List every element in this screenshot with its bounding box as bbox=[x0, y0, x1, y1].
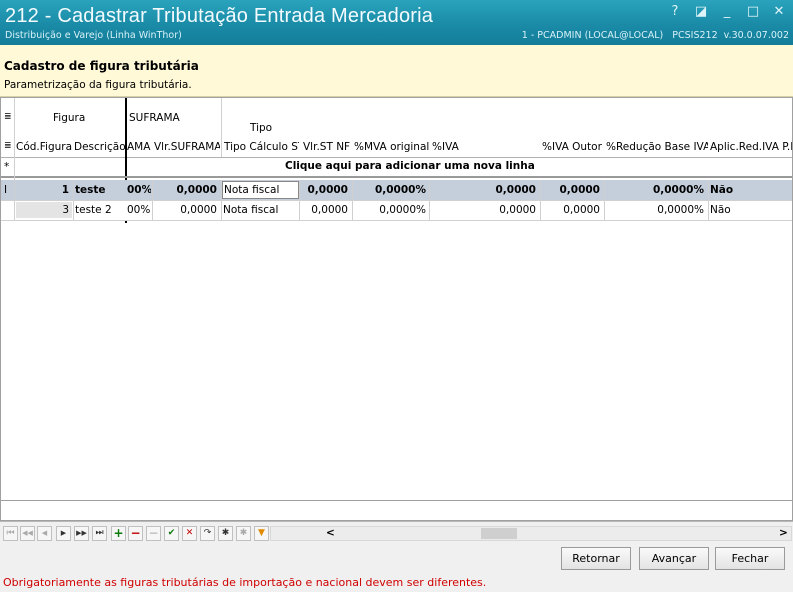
row-divider bbox=[1, 220, 792, 221]
group-tipo: Tipo bbox=[250, 122, 273, 134]
last-record-button[interactable]: ⏭ bbox=[92, 526, 107, 541]
cell-mva-original[interactable]: 0,0000% bbox=[353, 204, 429, 216]
edit-record-button[interactable]: − bbox=[146, 526, 161, 541]
refresh-button[interactable]: ↷ bbox=[200, 526, 215, 541]
col-divider bbox=[299, 180, 300, 221]
next-page-button[interactable]: ▶▶ bbox=[74, 526, 89, 541]
status-message: Obrigatoriamente as figuras tributárias … bbox=[0, 574, 793, 592]
tax-figure-grid[interactable]: Figura SUFRAMA Tipo ≣ ≣ Cód.Figura Descr… bbox=[0, 97, 793, 521]
next-button[interactable]: Avançar bbox=[639, 547, 709, 570]
first-record-button[interactable]: ⏮ bbox=[3, 526, 18, 541]
sparkle-disabled-icon[interactable]: ✱ bbox=[236, 526, 251, 541]
page-description: Parametrização da figura tributária. bbox=[4, 79, 192, 91]
col-iva[interactable]: %IVA bbox=[432, 138, 532, 157]
window-titlebar: 212 - Cadastrar Tributação Entrada Merca… bbox=[0, 0, 793, 45]
column-chooser-icon[interactable]: ≣ bbox=[4, 141, 12, 151]
scrollbar-thumb[interactable] bbox=[481, 528, 517, 539]
col-divider bbox=[604, 180, 605, 221]
system-info: 1 - PCADMIN (LOCAL@LOCAL) PCSIS212 v.30.… bbox=[521, 30, 789, 41]
col-divider bbox=[14, 98, 15, 221]
previous-page-button[interactable]: ◀◀ bbox=[20, 526, 35, 541]
window-title: 212 - Cadastrar Tributação Entrada Merca… bbox=[5, 5, 434, 27]
window-controls: ? ◪ _ □ ✕ bbox=[667, 4, 787, 20]
header-divider bbox=[1, 157, 792, 158]
back-button[interactable]: Retornar bbox=[561, 547, 631, 570]
cell-cod-figura[interactable]: 3 bbox=[16, 202, 72, 218]
maximize-icon[interactable]: □ bbox=[745, 4, 761, 20]
col-cod-figura[interactable]: Cód.Figura bbox=[16, 138, 72, 157]
minimize-icon[interactable]: _ bbox=[719, 4, 735, 20]
row-divider bbox=[1, 200, 792, 201]
grid-navigator: ⏮ ◀◀ ◀ ▶ ▶▶ ⏭ + − − ✔ ✕ ↷ ✱ ✱ ▼ < > bbox=[0, 521, 793, 543]
cell-vlr-st-nf[interactable]: 0,0000 bbox=[301, 204, 351, 216]
current-row-indicator: I bbox=[4, 184, 8, 196]
cell-iva-outor[interactable]: 0,0000 bbox=[541, 184, 603, 196]
scroll-right-arrow[interactable]: > bbox=[779, 527, 788, 539]
col-divider bbox=[221, 180, 222, 221]
action-bar: Retornar Avançar Fechar bbox=[0, 543, 793, 574]
cell-aplic-red-iva[interactable]: Não bbox=[710, 204, 792, 216]
page-title: Cadastro de figura tributária bbox=[4, 59, 199, 73]
insert-record-button[interactable]: + bbox=[111, 526, 126, 541]
next-record-button[interactable]: ▶ bbox=[56, 526, 71, 541]
cell-vlr-st-nf[interactable]: 0,0000 bbox=[301, 184, 351, 196]
new-row-divider bbox=[1, 176, 792, 178]
col-reducao-base-iva[interactable]: %Redução Base IVA bbox=[606, 138, 708, 157]
cell-iva-outor[interactable]: 0,0000 bbox=[541, 204, 603, 216]
col-divider bbox=[152, 180, 153, 221]
scroll-left-arrow[interactable]: < bbox=[326, 527, 335, 539]
col-aplic-red-iva[interactable]: Aplic.Red.IVA P.I bbox=[710, 138, 792, 157]
col-vlr-suframa[interactable]: Vlr.SUFRAMA bbox=[154, 138, 220, 157]
cell-descricao[interactable]: teste bbox=[75, 184, 125, 196]
cell-aplic-red-iva[interactable]: Não bbox=[710, 184, 792, 196]
restore-icon[interactable]: ◪ bbox=[693, 4, 709, 20]
cell-reducao-base-iva[interactable]: 0,0000% bbox=[605, 184, 707, 196]
help-icon[interactable]: ? bbox=[667, 4, 683, 20]
close-button[interactable]: Fechar bbox=[715, 547, 785, 570]
cell-ama[interactable]: 00% bbox=[127, 204, 151, 216]
cell-mva-original[interactable]: 0,0000% bbox=[353, 184, 429, 196]
grid-footer-divider bbox=[1, 500, 792, 501]
col-descricao[interactable]: Descrição bbox=[74, 138, 126, 157]
cell-iva[interactable]: 0,0000 bbox=[431, 204, 539, 216]
group-figura: Figura bbox=[53, 112, 86, 124]
cell-descricao[interactable]: teste 2 bbox=[75, 204, 125, 216]
header-divider bbox=[221, 98, 222, 157]
delete-record-button[interactable]: − bbox=[128, 526, 143, 541]
group-suframa: SUFRAMA bbox=[129, 112, 180, 124]
cell-iva[interactable]: 0,0000 bbox=[431, 184, 539, 196]
new-row-indicator: * bbox=[4, 161, 10, 173]
filter-icon[interactable]: ▼ bbox=[254, 526, 269, 541]
col-iva-outor[interactable]: %IVA Outor bbox=[542, 138, 604, 157]
post-record-button[interactable]: ✔ bbox=[164, 526, 179, 541]
sparkle-icon[interactable]: ✱ bbox=[218, 526, 233, 541]
cell-tipo-calculo-st[interactable]: Nota fiscal bbox=[223, 204, 299, 216]
horizontal-scrollbar[interactable]: < > bbox=[270, 526, 792, 541]
column-chooser-icon[interactable]: ≣ bbox=[4, 112, 12, 122]
cell-vlr-suframa[interactable]: 0,0000 bbox=[154, 204, 220, 216]
page-header: Cadastro de figura tributária Parametriz… bbox=[0, 45, 793, 97]
cell-tipo-calculo-st[interactable]: Nota fiscal bbox=[222, 181, 299, 199]
col-divider bbox=[429, 180, 430, 221]
close-icon[interactable]: ✕ bbox=[771, 4, 787, 20]
col-divider bbox=[73, 180, 74, 221]
cell-reducao-base-iva[interactable]: 0,0000% bbox=[605, 204, 707, 216]
add-new-row-link[interactable]: Clique aqui para adicionar uma nova linh… bbox=[285, 160, 535, 172]
cell-vlr-suframa[interactable]: 0,0000 bbox=[154, 184, 220, 196]
col-ama[interactable]: AMA bbox=[127, 138, 151, 157]
col-divider bbox=[708, 180, 709, 221]
cell-ama[interactable]: 00% bbox=[127, 184, 151, 196]
col-tipo-calculo-st[interactable]: Tipo Cálculo ST bbox=[224, 138, 299, 157]
previous-record-button[interactable]: ◀ bbox=[37, 526, 52, 541]
cancel-edit-button[interactable]: ✕ bbox=[182, 526, 197, 541]
col-mva-original[interactable]: %MVA original bbox=[354, 138, 429, 157]
col-vlr-st-nf[interactable]: Vlr.ST NF bbox=[303, 138, 351, 157]
window-subtitle: Distribuição e Varejo (Linha WinThor) bbox=[5, 30, 182, 41]
col-divider bbox=[352, 180, 353, 221]
cell-cod-figura[interactable]: 1 bbox=[16, 184, 72, 196]
col-divider bbox=[540, 180, 541, 221]
